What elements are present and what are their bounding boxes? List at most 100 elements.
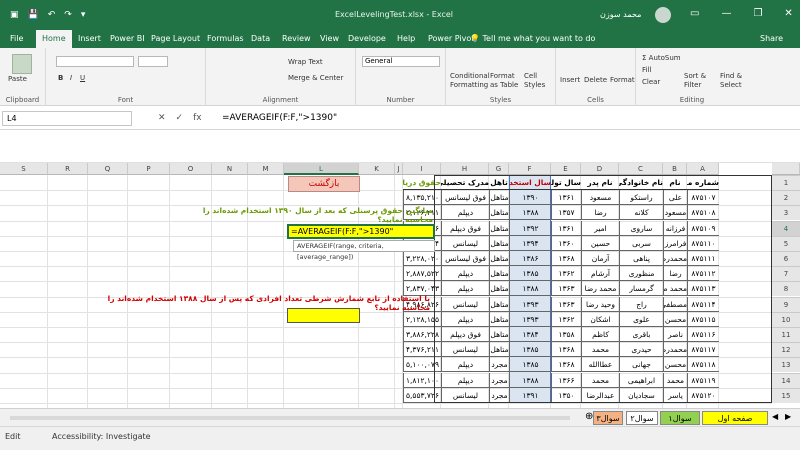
undo-icon[interactable]: ↶: [48, 10, 56, 20]
row-header-14[interactable]: 14: [772, 372, 800, 388]
column-header-b[interactable]: B: [663, 163, 687, 175]
user-name[interactable]: محمد سوزن: [600, 10, 641, 19]
row-header-9[interactable]: 9: [772, 296, 800, 312]
sheet-tab-2[interactable]: سوال۱: [660, 411, 700, 425]
column-header-m[interactable]: M: [248, 163, 284, 175]
row-header-1[interactable]: 1: [772, 175, 800, 190]
conditional-formatting-button[interactable]: Conditional Formatting: [450, 72, 490, 90]
customize-icon[interactable]: ▾: [81, 10, 86, 20]
column-header-s[interactable]: S: [0, 163, 48, 175]
answer-cell-l10[interactable]: [287, 308, 360, 323]
sheet-tab-4[interactable]: سوال۳: [593, 411, 623, 425]
tab-formulas[interactable]: Formulas: [207, 34, 244, 43]
sheet-tab-3[interactable]: سوال۲: [626, 411, 658, 425]
font-size-select[interactable]: [138, 56, 168, 67]
row-header-12[interactable]: 12: [772, 342, 800, 358]
row-header-7[interactable]: 7: [772, 266, 800, 282]
cancel-icon[interactable]: ✕: [158, 113, 166, 123]
column-header-a[interactable]: A: [687, 163, 719, 175]
sort-filter-button[interactable]: Sort & Filter: [684, 72, 710, 90]
bold-button[interactable]: B: [58, 74, 63, 82]
find-select-button[interactable]: Find & Select: [720, 72, 746, 90]
row-header-2[interactable]: 2: [772, 190, 800, 206]
back-button[interactable]: بازگشت: [288, 176, 360, 192]
answer-cell-l4[interactable]: =AVERAGEIF(F:F,">1390": [287, 224, 435, 239]
row-header-13[interactable]: 13: [772, 357, 800, 373]
row-header-5[interactable]: 5: [772, 235, 800, 251]
column-header-i[interactable]: I: [403, 163, 441, 175]
tab-file[interactable]: File: [10, 34, 23, 43]
minimize-button[interactable]: —: [721, 8, 731, 19]
column-header-f[interactable]: F: [509, 163, 551, 175]
worksheet-grid[interactable]: S R Q P O N M L K J I H G F E D C B A 1 2 3 4 5 6 7 8 9 10 11 12 13 14 15…: [0, 163, 800, 408]
question-2-text: با استفاده از تابع شمارش شرطی تعداد افرا…: [107, 294, 430, 312]
row-header-4[interactable]: 4: [772, 220, 800, 236]
select-all-corner[interactable]: [772, 163, 800, 175]
format-cells-button[interactable]: Format: [610, 76, 635, 84]
sheet-tab-1[interactable]: صفحه اول: [702, 411, 768, 425]
column-header-k[interactable]: K: [359, 163, 395, 175]
accessibility-status[interactable]: Accessibility: Investigate: [52, 432, 151, 441]
name-box[interactable]: L4: [2, 111, 132, 126]
wrap-text-button[interactable]: Wrap Text: [288, 58, 323, 66]
tab-review[interactable]: Review: [282, 34, 311, 43]
paste-button[interactable]: Paste: [8, 75, 27, 83]
row-header-15[interactable]: 15: [772, 387, 800, 403]
row-header-10[interactable]: 10: [772, 311, 800, 327]
insert-function-icon[interactable]: fx: [193, 113, 202, 123]
restore-button[interactable]: ❐: [753, 8, 762, 19]
tab-data[interactable]: Data: [251, 34, 270, 43]
horizontal-scrollbar[interactable]: [10, 416, 570, 420]
column-header-q[interactable]: Q: [88, 163, 128, 175]
column-header-p[interactable]: P: [128, 163, 170, 175]
scroll-right-icon[interactable]: ▶: [785, 412, 791, 421]
column-header-l[interactable]: L: [284, 163, 359, 175]
ribbon-options-icon[interactable]: ▭: [690, 8, 699, 19]
column-header-d[interactable]: D: [581, 163, 619, 175]
column-header-g[interactable]: G: [489, 163, 509, 175]
formula-input[interactable]: =AVERAGEIF(F:F,">1390": [222, 113, 337, 123]
format-as-table-button[interactable]: Format as Table: [490, 72, 520, 90]
tab-power-bi[interactable]: Power BI: [110, 34, 145, 43]
merge-center-button[interactable]: Merge & Center: [288, 74, 343, 82]
row-header-3[interactable]: 3: [772, 205, 800, 221]
formula-bar-expanded-area: [0, 130, 800, 163]
column-header-o[interactable]: O: [170, 163, 212, 175]
underline-button[interactable]: U: [80, 74, 85, 82]
row-header-6[interactable]: 6: [772, 251, 800, 266]
insert-cells-button[interactable]: Insert: [560, 76, 580, 84]
fill-button[interactable]: Fill: [642, 66, 651, 74]
row-header-8[interactable]: 8: [772, 281, 800, 297]
column-header-j[interactable]: J: [395, 163, 403, 175]
column-header-h[interactable]: H: [441, 163, 489, 175]
paste-icon[interactable]: [12, 54, 32, 74]
share-button[interactable]: Share: [760, 34, 783, 43]
save-icon[interactable]: 💾: [28, 10, 39, 20]
enter-icon[interactable]: ✓: [176, 113, 184, 123]
scroll-left-icon[interactable]: ◀: [772, 412, 778, 421]
font-name-select[interactable]: [56, 56, 134, 67]
tab-page-layout[interactable]: Page Layout: [151, 34, 200, 43]
redo-icon[interactable]: ↷: [64, 10, 72, 20]
italic-button[interactable]: I: [70, 74, 72, 82]
cell-styles-button[interactable]: Cell Styles: [524, 72, 552, 90]
autosave-icon[interactable]: ▣: [10, 10, 19, 20]
clear-button[interactable]: Clear: [642, 78, 660, 86]
column-header-r[interactable]: R: [48, 163, 88, 175]
row-header-11[interactable]: 11: [772, 327, 800, 342]
tab-insert[interactable]: Insert: [78, 34, 101, 43]
tab-power-pivot[interactable]: Power Pivot: [428, 34, 474, 43]
tab-help[interactable]: Help: [397, 34, 415, 43]
delete-cells-button[interactable]: Delete: [584, 76, 607, 84]
avatar[interactable]: [655, 7, 671, 23]
number-format-select[interactable]: General: [362, 56, 440, 67]
tab-view[interactable]: View: [320, 34, 339, 43]
column-header-e[interactable]: E: [551, 163, 581, 175]
column-header-n[interactable]: N: [212, 163, 248, 175]
close-button[interactable]: ✕: [784, 8, 792, 19]
tab-develope[interactable]: Develope: [348, 34, 386, 43]
autosum-button[interactable]: Σ AutoSum: [642, 54, 681, 62]
tab-home[interactable]: Home: [36, 30, 72, 48]
tell-me-search[interactable]: 💡 Tell me what you want to do: [470, 34, 595, 43]
column-header-c[interactable]: C: [619, 163, 663, 175]
